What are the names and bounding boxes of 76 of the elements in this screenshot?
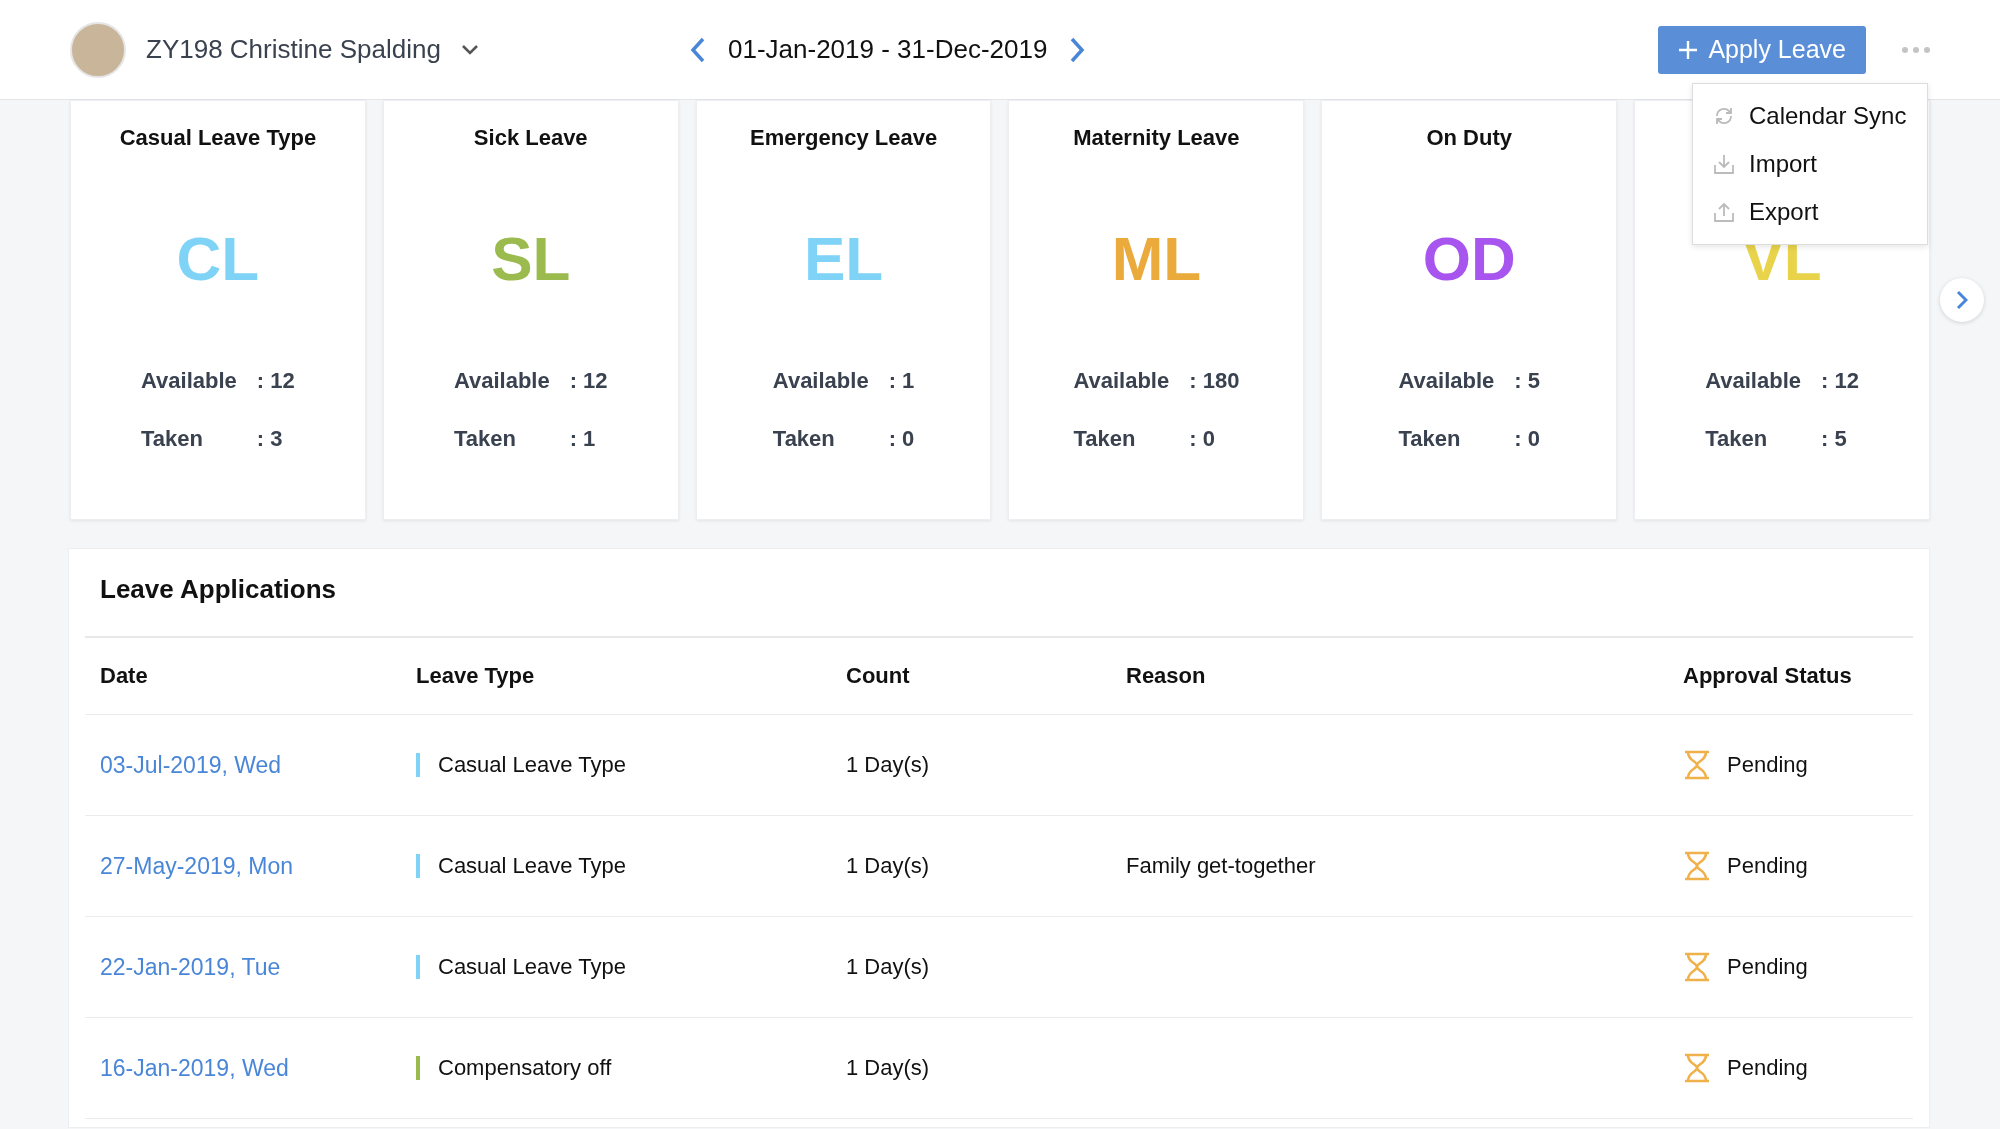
stat-value: : 0 (1514, 426, 1540, 452)
leave-type: Casual Leave Type (438, 954, 626, 980)
hourglass-icon (1683, 750, 1711, 780)
stat-label: Taken (1705, 426, 1769, 452)
section-title: Leave Applications (85, 549, 1913, 638)
approval-status: Pending (1727, 752, 1808, 778)
date-range: 01-Jan-2019 - 31-Dec-2019 (728, 34, 1048, 65)
stat-value: : 3 (256, 426, 284, 452)
date-link[interactable]: 22-Jan-2019, Tue (100, 953, 281, 980)
stat-label: Taken (772, 426, 836, 452)
column-header: Date (100, 663, 149, 689)
chevron-right-icon[interactable] (1069, 36, 1086, 63)
menu-item[interactable]: Calendar Sync (1693, 92, 1927, 140)
reason-text: Family get-together (1126, 853, 1316, 878)
stat-label: Available (141, 368, 237, 394)
stat-label: Available (1073, 368, 1170, 394)
plus-icon (1678, 39, 1699, 60)
leave-code: EL (803, 223, 884, 295)
download-icon (1713, 153, 1735, 175)
stat-value: : 12 (256, 368, 295, 394)
approval-status: Pending (1727, 853, 1808, 879)
stat-value: : 180 (1189, 368, 1240, 394)
hourglass-icon (1683, 851, 1711, 881)
card-title: On Duty (1426, 124, 1512, 152)
employee-name[interactable]: ZY198 Christine Spalding (146, 34, 441, 65)
column-header: Reason (1126, 663, 1207, 689)
column-header: Count (846, 663, 911, 689)
approval-status: Pending (1727, 1055, 1808, 1081)
stat-value: : 1 (569, 426, 597, 452)
leave-type: Casual Leave Type (438, 853, 626, 879)
leave-code: OD (1422, 223, 1516, 295)
leave-code: ML (1111, 223, 1202, 295)
stat-label: Taken (1398, 426, 1462, 452)
stat-value: : 5 (1514, 368, 1540, 394)
stat-label: Taken (1073, 426, 1137, 452)
leave-code: CL (176, 223, 260, 295)
stat-label: Available (1398, 368, 1495, 394)
chevron-left-icon[interactable] (690, 36, 706, 63)
stat-value: : 12 (569, 368, 608, 394)
stat-label: Available (453, 368, 550, 394)
next-button[interactable] (1940, 278, 1984, 322)
stat-label: Available (1705, 368, 1801, 394)
leave-code: SL (491, 223, 571, 295)
stat-value: : 0 (1189, 426, 1216, 452)
column-header: Leave Type (416, 663, 536, 689)
stat-label: Taken (453, 426, 517, 452)
approval-status: Pending (1727, 954, 1808, 980)
hourglass-icon (1683, 952, 1711, 982)
apply-leave-button[interactable]: Apply Leave (1658, 25, 1866, 74)
leave-type: Casual Leave Type (438, 752, 626, 778)
chevron-down-icon[interactable] (460, 43, 479, 56)
chevron-right-icon (1956, 290, 1968, 310)
refresh-icon (1713, 105, 1735, 127)
date-link[interactable]: 27-May-2019, Mon (100, 852, 294, 879)
card-title: Emergency Leave (750, 124, 938, 152)
upload-icon (1713, 201, 1735, 223)
date-link[interactable]: 16-Jan-2019, Wed (100, 1054, 289, 1081)
day-count: 1 Day(s) (846, 853, 931, 879)
leave-type: Compensatory off (438, 1055, 612, 1081)
day-count: 1 Day(s) (846, 954, 931, 980)
hourglass-icon (1683, 1053, 1711, 1083)
stat-value: : 1 (888, 368, 915, 394)
stat-label: Available (772, 368, 869, 394)
card-title: Maternity Leave (1073, 124, 1240, 152)
stat-value: : 12 (1821, 368, 1859, 394)
date-link[interactable]: 03-Jul-2019, Wed (100, 751, 282, 778)
day-count: 1 Day(s) (846, 1055, 931, 1081)
stat-value: : 5 (1821, 426, 1848, 452)
menu-item[interactable]: Export (1693, 188, 1927, 236)
day-count: 1 Day(s) (846, 752, 931, 778)
menu-item[interactable]: Import (1693, 140, 1927, 188)
card-title: Sick Leave (473, 124, 588, 152)
stat-label: Taken (141, 426, 204, 452)
card-title: Casual Leave Type (119, 124, 317, 152)
stat-value: : 0 (888, 426, 915, 452)
column-header: Approval Status (1683, 663, 1853, 689)
